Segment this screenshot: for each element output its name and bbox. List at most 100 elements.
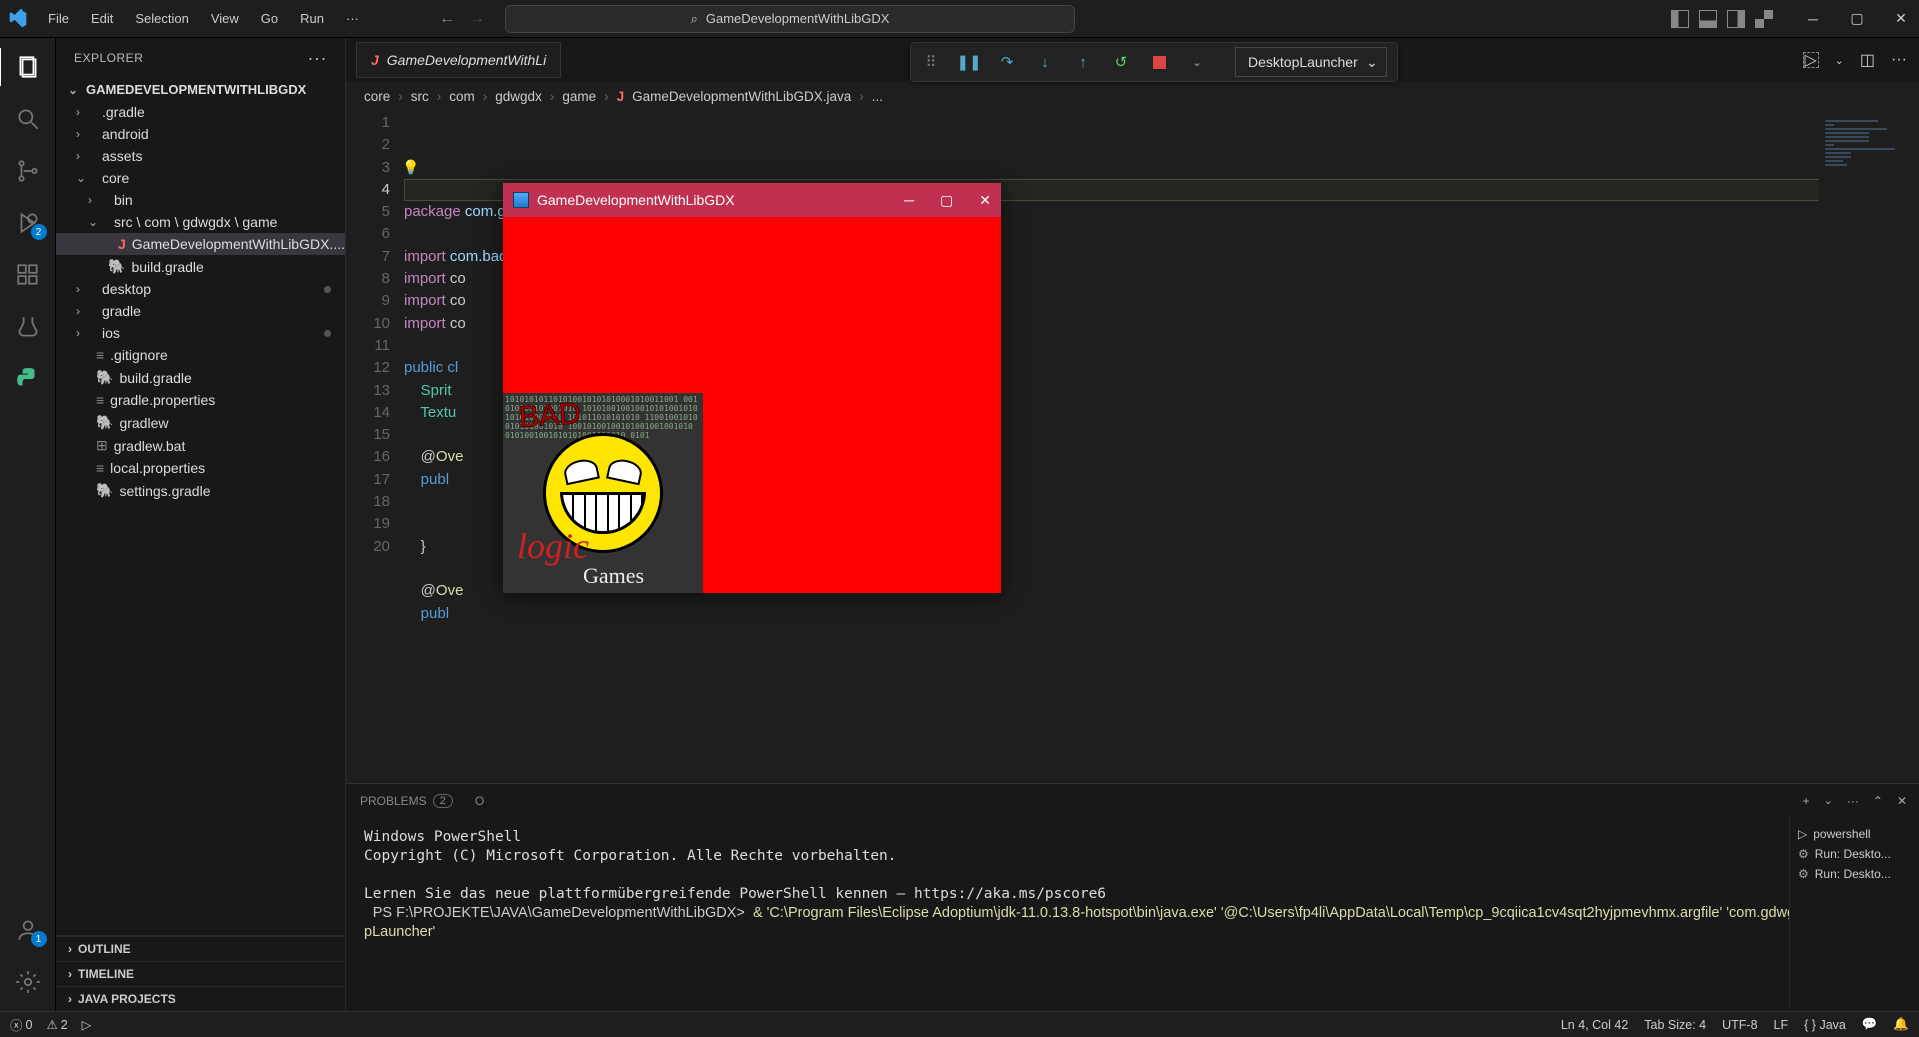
outline-section[interactable]: ›OUTLINE (56, 936, 345, 961)
split-editor-icon[interactable]: ◫ (1860, 50, 1875, 70)
timeline-section[interactable]: ›TIMELINE (56, 961, 345, 986)
tree-item[interactable]: 🐘build.gradle (56, 255, 345, 278)
close-panel-icon[interactable]: ✕ (1897, 794, 1907, 808)
terminal-entry[interactable]: ⚙Run: Deskto... (1798, 844, 1911, 864)
game-titlebar[interactable]: GameDevelopmentWithLibGDX ─ ▢ ✕ (503, 183, 1001, 217)
status-errors[interactable]: ⓧ0 (10, 1015, 32, 1034)
launch-config-dropdown[interactable]: DesktopLauncher (1235, 47, 1387, 77)
toggle-primary-sidebar-icon[interactable] (1671, 10, 1689, 28)
drag-handle-icon[interactable]: ⠿ (921, 52, 941, 72)
explorer-more-icon[interactable]: ··· (308, 48, 327, 69)
restart-icon[interactable]: ↺ (1111, 52, 1131, 72)
tab-size[interactable]: Tab Size: 4 (1644, 1018, 1706, 1032)
menu-file[interactable]: File (38, 7, 79, 30)
tree-item[interactable]: ›bin (56, 189, 345, 211)
stop-icon[interactable] (1149, 52, 1169, 72)
accounts-icon[interactable]: 1 (13, 915, 43, 945)
crumb[interactable]: ... (872, 89, 883, 104)
tree-item[interactable]: ≡local.properties (56, 457, 345, 479)
tree-item[interactable]: ≡gradle.properties (56, 389, 345, 411)
extensions-icon[interactable] (13, 260, 43, 290)
minimap[interactable] (1819, 110, 1919, 783)
game-minimize-icon[interactable]: ─ (904, 192, 914, 209)
status-warnings[interactable]: ⚠2 (46, 1017, 67, 1032)
python-icon[interactable] (13, 364, 43, 394)
game-window: GameDevelopmentWithLibGDX ─ ▢ ✕ 10101010… (503, 183, 1001, 593)
source-control-icon[interactable] (13, 156, 43, 186)
menu-selection[interactable]: Selection (125, 7, 198, 30)
tree-item[interactable]: ⌄core (56, 167, 345, 189)
toggle-panel-icon[interactable] (1699, 10, 1717, 28)
customize-layout-icon[interactable] (1755, 10, 1773, 28)
editor-tab[interactable]: J GameDevelopmentWithLi (356, 42, 561, 78)
tree-item[interactable]: ⌄src \ com \ gdwgdx \ game (56, 211, 345, 233)
project-title[interactable]: ⌄ GAMEDEVELOPMENTWITHLIBGDX (56, 78, 345, 101)
nav-forward-icon[interactable]: → (469, 10, 485, 28)
java-projects-section[interactable]: ›JAVA PROJECTS (56, 986, 345, 1011)
game-close-icon[interactable]: ✕ (979, 192, 991, 209)
language-mode[interactable]: { } Java (1804, 1018, 1846, 1032)
terminal-entry[interactable]: ⚙Run: Deskto... (1798, 864, 1911, 884)
terminal-entry[interactable]: ▷powershell (1798, 824, 1911, 844)
game-maximize-icon[interactable]: ▢ (940, 192, 953, 209)
crumb[interactable]: core (364, 89, 390, 104)
editor-more-icon[interactable]: ··· (1891, 51, 1907, 69)
crumb[interactable]: com (449, 89, 475, 104)
minimize-icon[interactable]: ─ (1803, 9, 1823, 29)
menu-more[interactable]: ··· (336, 7, 369, 30)
panel-more-icon[interactable]: ··· (1847, 794, 1859, 808)
tree-item[interactable]: ⊞gradlew.bat (56, 434, 345, 457)
explorer-icon[interactable] (13, 52, 43, 82)
new-terminal-icon[interactable]: + (1803, 794, 1810, 808)
close-icon[interactable]: ✕ (1891, 9, 1911, 29)
run-arrow-icon[interactable]: ▷ (1803, 52, 1819, 68)
menu-edit[interactable]: Edit (81, 7, 123, 30)
notifications-icon[interactable]: 🔔 (1893, 1017, 1909, 1032)
run-dropdown-icon[interactable]: ⌄ (1835, 54, 1844, 67)
tree-item[interactable]: 🐘build.gradle (56, 366, 345, 389)
command-center[interactable]: ⌕ GameDevelopmentWithLibGDX (505, 5, 1075, 33)
step-over-icon[interactable]: ↷ (997, 52, 1017, 72)
eol[interactable]: LF (1774, 1018, 1789, 1032)
breadcrumbs[interactable]: core› src› com› gdwgdx› game› J GameDeve… (346, 82, 1919, 110)
toggle-secondary-sidebar-icon[interactable] (1727, 10, 1745, 28)
tree-item[interactable]: 🐘gradlew (56, 411, 345, 434)
tree-item[interactable]: 🐘settings.gradle (56, 479, 345, 502)
menu-view[interactable]: View (201, 7, 249, 30)
output-tab[interactable]: O (475, 794, 484, 808)
feedback-icon[interactable]: 💬 (1862, 1017, 1878, 1032)
step-into-icon[interactable]: ↓ (1035, 52, 1055, 72)
cursor-position[interactable]: Ln 4, Col 42 (1561, 1018, 1628, 1032)
tree-item[interactable]: ›.gradle (56, 101, 345, 123)
search-activity-icon[interactable] (13, 104, 43, 134)
tree-item[interactable]: ›ios (56, 322, 345, 344)
menu-go[interactable]: Go (251, 7, 288, 30)
tree-item[interactable]: ≡.gitignore (56, 344, 345, 366)
crumb[interactable]: GameDevelopmentWithLibGDX.java (632, 89, 851, 104)
crumb[interactable]: gdwgdx (495, 89, 542, 104)
crumb[interactable]: game (562, 89, 596, 104)
nav-back-icon[interactable]: ← (439, 10, 455, 28)
settings-gear-icon[interactable] (13, 967, 43, 997)
tree-item[interactable]: ›android (56, 123, 345, 145)
crumb[interactable]: src (411, 89, 429, 104)
tree-item[interactable]: ›desktop (56, 278, 345, 300)
stop-dropdown-icon[interactable]: ⌄ (1187, 52, 1207, 72)
maximize-icon[interactable]: ▢ (1847, 9, 1867, 29)
run-debug-icon[interactable]: 2 (13, 208, 43, 238)
tree-item[interactable]: ›assets (56, 145, 345, 167)
terminal-output[interactable]: Windows PowerShell Copyright (C) Microso… (346, 818, 1919, 1011)
project-name: GAMEDEVELOPMENTWITHLIBGDX (86, 82, 306, 97)
problems-tab[interactable]: PROBLEMS 2 (360, 794, 453, 808)
maximize-panel-icon[interactable]: ⌃ (1873, 794, 1883, 808)
encoding[interactable]: UTF-8 (1722, 1018, 1757, 1032)
debug-status-icon[interactable]: ▷ (82, 1017, 92, 1032)
testing-icon[interactable] (13, 312, 43, 342)
step-out-icon[interactable]: ↑ (1073, 52, 1093, 72)
tree-item[interactable]: ›gradle (56, 300, 345, 322)
terminal-dropdown-icon[interactable]: ⌄ (1824, 794, 1833, 808)
lightbulb-icon[interactable]: 💡 (402, 156, 419, 178)
menu-run[interactable]: Run (290, 7, 334, 30)
tree-item[interactable]: JGameDevelopmentWithLibGDX.... (56, 233, 345, 255)
pause-icon[interactable]: ❚❚ (959, 52, 979, 72)
